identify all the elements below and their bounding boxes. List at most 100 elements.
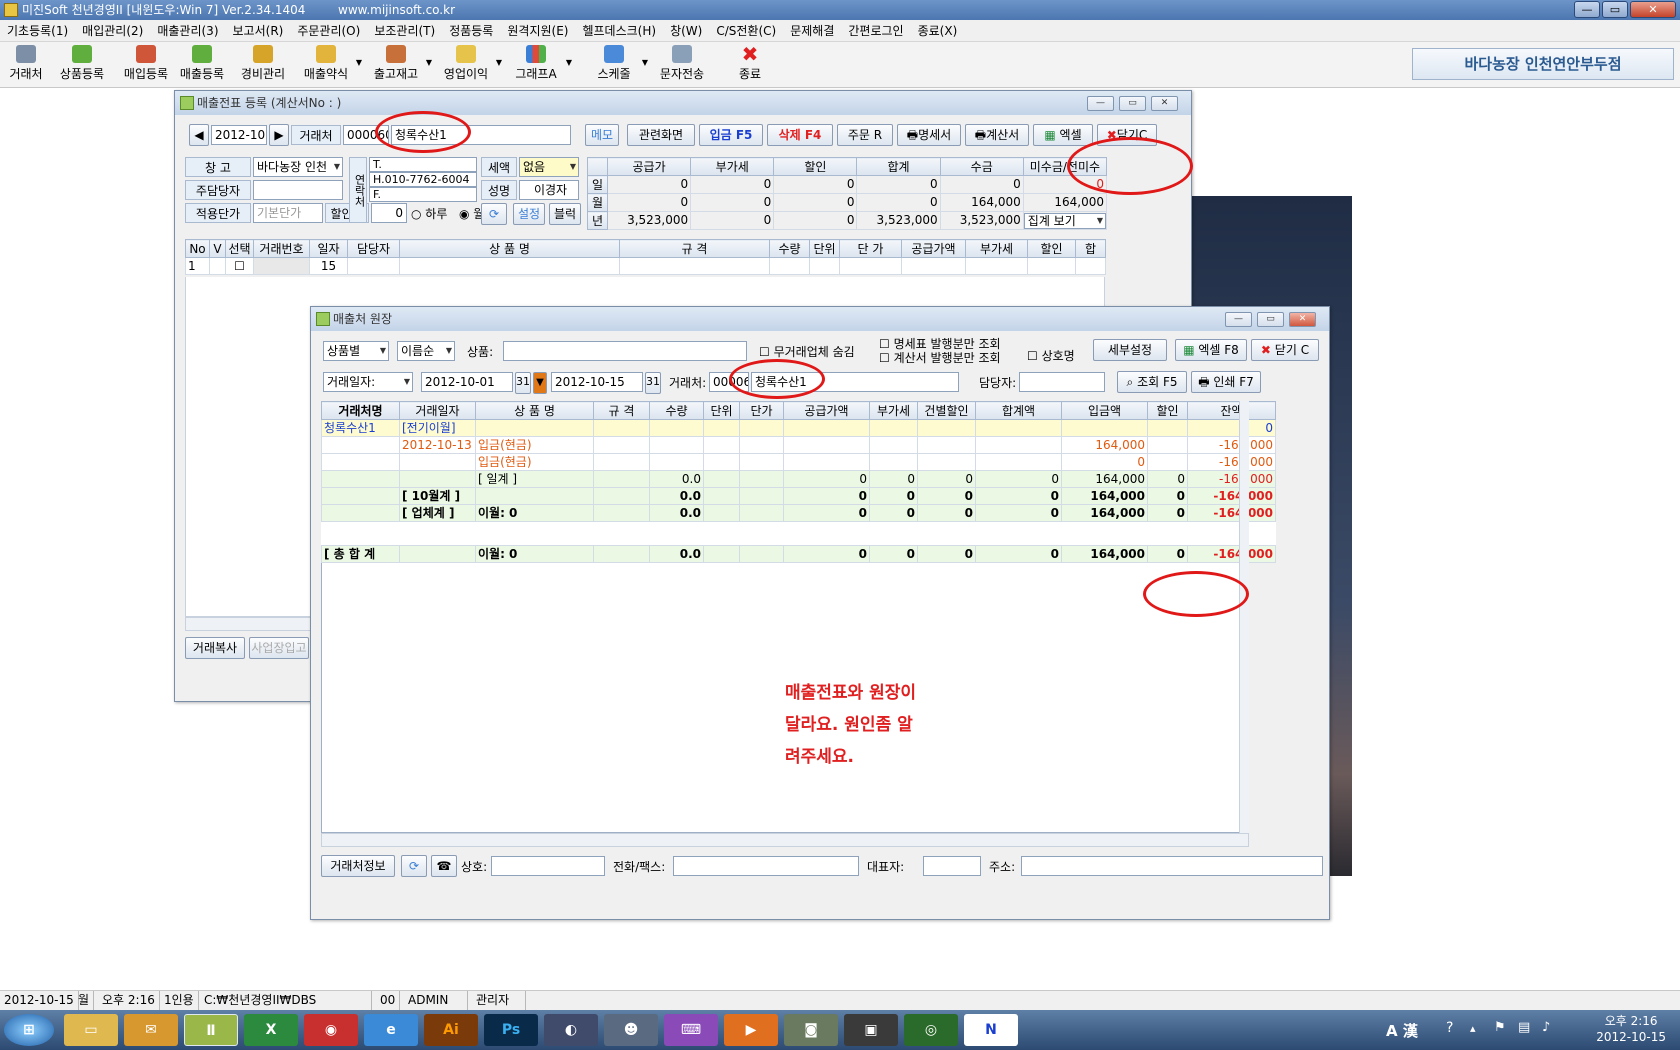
footer-phone-field[interactable] xyxy=(673,856,859,876)
taskbar-app-purple[interactable]: ⌨ xyxy=(664,1014,718,1046)
shop-name-checkbox[interactable]: ☐ 상호명 xyxy=(1027,347,1075,364)
statement-button[interactable]: 🖶명세서 xyxy=(897,124,961,146)
date-range-toggle[interactable]: ▼ xyxy=(533,372,547,394)
toolbar-purchase[interactable]: 매입등록 xyxy=(120,44,172,86)
menu-window[interactable]: 창(W) xyxy=(663,20,709,42)
toolbar-sales[interactable]: 매출등록 xyxy=(176,44,228,86)
hide-no-trade-checkbox[interactable]: ☐ 무거래업체 숨김 xyxy=(759,343,855,360)
volume-icon[interactable]: ♪ xyxy=(1542,1020,1550,1035)
print-button[interactable]: 🖶 인쇄 F7 xyxy=(1191,371,1261,393)
block-button[interactable]: 블럭 xyxy=(549,203,581,225)
taskbar-mijinsoft[interactable]: Ⅱ xyxy=(184,1014,238,1046)
tax-select[interactable]: 없음 xyxy=(519,157,579,177)
next-month-button[interactable]: ▶ xyxy=(269,124,289,146)
delete-button[interactable]: 삭제 F4 xyxy=(767,124,833,146)
footer-shop-field[interactable] xyxy=(491,856,605,876)
taskbar-excel[interactable]: X xyxy=(244,1014,298,1046)
prev-month-button[interactable]: ◀ xyxy=(189,124,209,146)
footer-address-field[interactable] xyxy=(1021,856,1323,876)
tray-expand-icon[interactable]: ▴ xyxy=(1470,1022,1476,1035)
summary-view-select[interactable]: 집계 보기 xyxy=(1024,212,1106,229)
ledger-close-button[interactable]: ✖ 닫기 C xyxy=(1251,339,1319,361)
invoice-button[interactable]: 🖶계산서 xyxy=(965,124,1029,146)
deposit-button[interactable]: 입금 F5 xyxy=(699,124,763,146)
taskbar-messenger[interactable]: ✉ xyxy=(124,1014,178,1046)
radio-day[interactable]: ○ 하루 xyxy=(411,205,447,222)
table-row[interactable]: 청록수산1 [전기이월] 0 xyxy=(321,419,1276,437)
menu-report[interactable]: 보고서(R) xyxy=(226,20,291,42)
menu-quick-login[interactable]: 간편로그인 xyxy=(841,20,910,42)
help-icon[interactable]: ? xyxy=(1446,1020,1453,1036)
date-from-field[interactable]: 2012-10-01 xyxy=(421,372,513,392)
close-button[interactable]: ✕ xyxy=(1289,312,1316,327)
table-row[interactable]: [ 업체계 ]이월: 00.00000164,0000-164,000 xyxy=(321,504,1276,522)
price-field[interactable]: 기본단가 xyxy=(253,203,323,223)
toolbar-product[interactable]: 상품등록 xyxy=(56,44,108,86)
excel-button[interactable]: ▦ 엑셀 xyxy=(1033,124,1093,146)
toolbar-expense[interactable]: 경비관리 xyxy=(237,44,289,86)
memo-button[interactable]: 메모 xyxy=(585,124,619,146)
ime-indicator[interactable]: A 漢 xyxy=(1386,1020,1418,1041)
month-field[interactable]: 2012-10 xyxy=(211,125,267,145)
menu-exit[interactable]: 종료(X) xyxy=(911,20,965,42)
toolbar-sms[interactable]: 문자전송 xyxy=(656,44,708,86)
toolbar-exit[interactable]: ✖ 종료 xyxy=(730,44,770,86)
discount-field[interactable]: 0 xyxy=(371,203,407,223)
branch-receive-button[interactable]: 사업장입고 xyxy=(249,637,309,659)
menu-helpdesk[interactable]: 헬프데스크(H) xyxy=(575,20,663,42)
refresh-button[interactable]: ⟳ xyxy=(401,855,427,877)
menu-license[interactable]: 정품등록 xyxy=(442,20,500,42)
close-button[interactable]: ✕ xyxy=(1151,96,1178,111)
refresh-button[interactable]: ⟳ xyxy=(481,203,507,225)
restore-button[interactable]: ▭ xyxy=(1257,312,1284,327)
table-row[interactable]: 2012-10-13입금(현금)164,000-164,000 xyxy=(321,436,1276,454)
taskbar-app-circle[interactable]: ◎ xyxy=(904,1014,958,1046)
taskbar-illustrator[interactable]: Ai xyxy=(424,1014,478,1046)
menu-troubleshoot[interactable]: 문제해결 xyxy=(783,20,841,42)
invoice-only-checkbox[interactable]: ☐ 계산서 발행분만 조회 xyxy=(879,349,1001,366)
taskbar-app-red[interactable]: ◉ xyxy=(304,1014,358,1046)
menu-order[interactable]: 주문관리(O) xyxy=(290,20,367,42)
menu-remote[interactable]: 원격지원(E) xyxy=(500,20,575,42)
toolbar-customer[interactable]: 거래처 xyxy=(6,44,46,86)
grand-total-row[interactable]: [ 총 합 계이월: 00.00000164,0000-164,000 xyxy=(321,545,1276,563)
table-row[interactable]: [ 일계 ]0.00000164,0000-164,000 xyxy=(321,470,1276,488)
ledger-excel-button[interactable]: ▦ 엑셀 F8 xyxy=(1175,339,1247,361)
taskbar-app-panda[interactable]: ☻ xyxy=(604,1014,658,1046)
menu-cs[interactable]: C/S전환(C) xyxy=(709,20,783,42)
minimize-button[interactable]: — xyxy=(1225,312,1252,327)
ledger-manager-field[interactable] xyxy=(1019,372,1105,392)
close-button[interactable]: ✕ xyxy=(1630,1,1676,18)
group-by-select[interactable]: 상품별 xyxy=(323,341,389,361)
minimize-button[interactable]: — xyxy=(1087,96,1114,111)
copy-transaction-button[interactable]: 거래복사 xyxy=(185,637,245,659)
restore-button[interactable]: ▭ xyxy=(1119,96,1146,111)
product-field[interactable] xyxy=(503,341,747,361)
minimize-button[interactable]: — xyxy=(1574,1,1600,18)
order-select[interactable]: 이름순 xyxy=(397,341,455,361)
toolbar-sales-quick[interactable]: 매출약식 ▼ xyxy=(300,44,362,86)
footer-ceo-field[interactable] xyxy=(923,856,981,876)
date-from-calendar-button[interactable]: 31 xyxy=(515,372,531,394)
taskbar-photoshop[interactable]: Ps xyxy=(484,1014,538,1046)
vertical-scrollbar[interactable] xyxy=(1239,401,1249,833)
menu-basic[interactable]: 기초등록(1) xyxy=(0,20,75,42)
date-to-calendar-button[interactable]: 31 xyxy=(645,372,661,394)
search-button[interactable]: ⌕ 조회 F5 xyxy=(1117,371,1187,393)
manager-field[interactable] xyxy=(253,180,343,200)
flag-icon[interactable]: ⚑ xyxy=(1494,1020,1506,1035)
date-type-select[interactable]: 거래일자: xyxy=(323,372,413,392)
taskbar-naver[interactable]: N xyxy=(964,1014,1018,1046)
taskbar-ie[interactable]: e xyxy=(364,1014,418,1046)
taskbar-app-globe[interactable]: ◐ xyxy=(544,1014,598,1046)
toolbar-profit[interactable]: 영업이익 ▼ xyxy=(440,44,502,86)
related-screen-button[interactable]: 관련화면 xyxy=(627,124,695,146)
menu-aux[interactable]: 보조관리(T) xyxy=(367,20,442,42)
toolbar-graph[interactable]: 그래프A ▼ xyxy=(510,44,572,86)
customer-info-button[interactable]: 거래처정보 xyxy=(321,855,395,877)
detail-settings-button[interactable]: 세부설정 xyxy=(1093,339,1167,361)
menu-purchase[interactable]: 매입관리(2) xyxy=(75,20,150,42)
start-button[interactable]: ⊞ xyxy=(4,1014,54,1046)
toolbar-schedule[interactable]: 스케줄 ▼ xyxy=(590,44,648,86)
date-to-field[interactable]: 2012-10-15 xyxy=(551,372,643,392)
